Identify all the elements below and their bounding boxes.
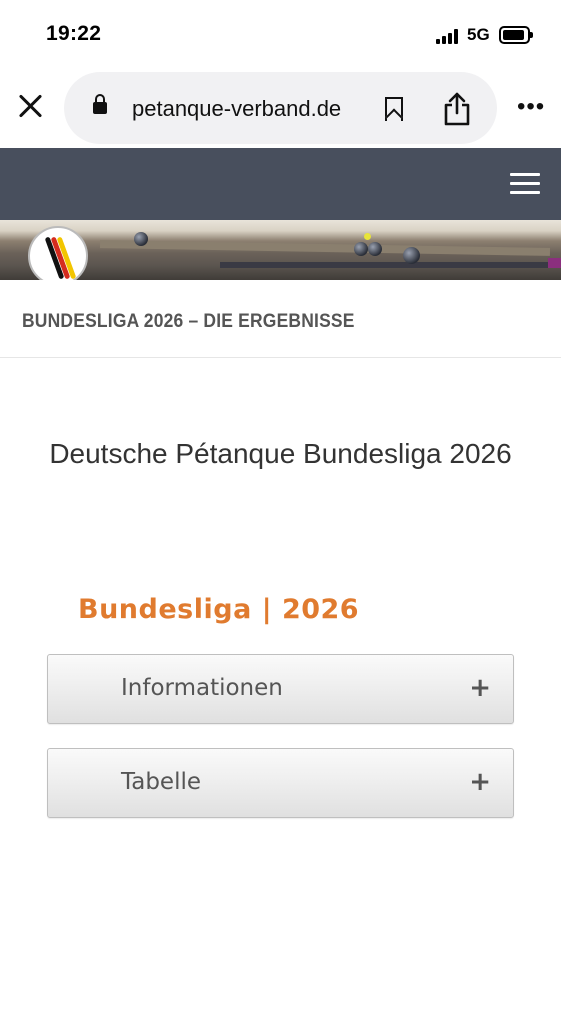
address-bar[interactable]: petanque-verband.de (64, 72, 497, 144)
site-header (0, 148, 561, 220)
site-logo[interactable] (28, 226, 88, 286)
lock-icon (93, 94, 107, 114)
close-icon[interactable] (17, 92, 45, 120)
network-type: 5G (467, 25, 490, 44)
page-title-bar: BUNDESLIGA 2026 – DIE ERGEBNISSE (0, 280, 561, 358)
page-title: BUNDESLIGA 2026 – DIE ERGEBNISSE (22, 311, 355, 332)
section-title: Bundesliga | 2026 (78, 594, 360, 625)
plus-icon[interactable]: + (469, 767, 491, 797)
main-heading: Deutsche Pétanque Bundesliga 2026 (49, 438, 512, 469)
plus-icon[interactable]: + (469, 673, 491, 703)
accordion-item-tabelle[interactable]: Tabelle + (47, 748, 514, 818)
share-icon[interactable] (444, 92, 470, 126)
bookmark-icon[interactable] (385, 97, 403, 121)
accordion-item-informationen[interactable]: Informationen + (47, 654, 514, 724)
accordion-label: Tabelle (121, 769, 202, 795)
hamburger-menu-icon[interactable] (510, 173, 540, 195)
url-text[interactable]: petanque-verband.de (132, 96, 362, 122)
browser-toolbar: petanque-verband.de ••• (0, 70, 561, 148)
signal-icon (436, 28, 460, 44)
status-time: 19:22 (46, 22, 102, 45)
more-icon[interactable]: ••• (517, 95, 545, 119)
battery-icon (499, 26, 533, 44)
status-bar: 19:22 5G (0, 0, 561, 70)
accordion-label: Informationen (121, 675, 283, 701)
